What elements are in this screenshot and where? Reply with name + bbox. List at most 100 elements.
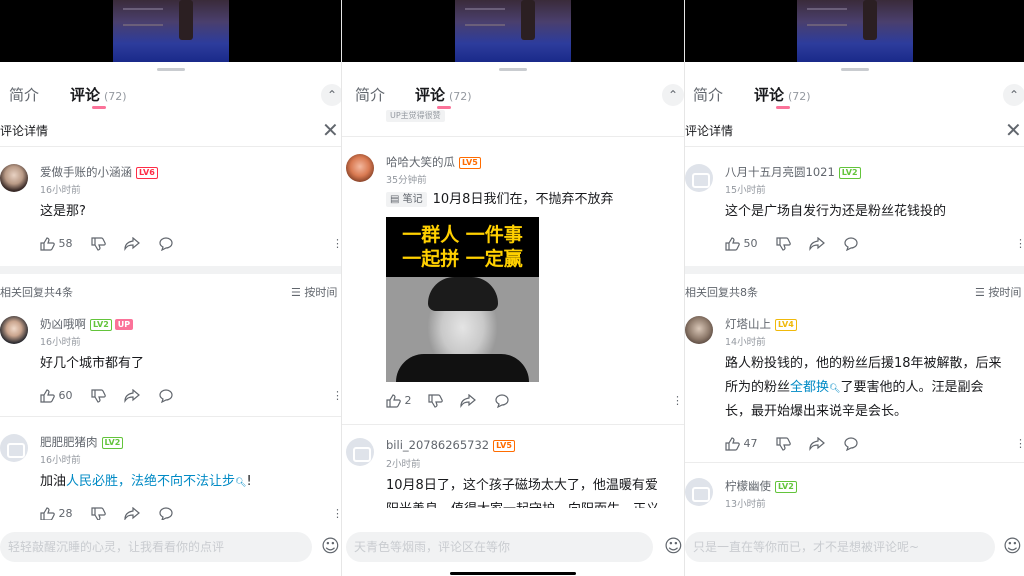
reply-bubble-icon bbox=[159, 237, 173, 251]
username[interactable]: 肥肥肥猪肉 LV2 bbox=[40, 434, 124, 450]
avatar[interactable] bbox=[685, 316, 713, 344]
more-vertical-icon[interactable]: ⋮ bbox=[332, 388, 341, 404]
comment-text: 这个是广场自发行为还是粉丝花钱投的 bbox=[725, 204, 947, 219]
avatar[interactable] bbox=[685, 164, 713, 192]
avatar[interactable] bbox=[0, 164, 28, 192]
comment-time: 35分钟前 bbox=[386, 175, 427, 186]
level-badge: LV5 bbox=[459, 157, 481, 169]
tab-comments[interactable]: 评论 (72) bbox=[415, 84, 472, 105]
avatar[interactable] bbox=[346, 438, 374, 466]
tab-comments[interactable]: 评论 (72) bbox=[70, 84, 127, 105]
link-text: 全都换 bbox=[790, 380, 830, 395]
share-button[interactable] bbox=[460, 393, 476, 409]
username-text: bili_20786265732 bbox=[386, 438, 490, 452]
share-button[interactable] bbox=[124, 236, 140, 252]
tab-comments[interactable]: 评论 (72) bbox=[754, 84, 811, 105]
comment-text-line-3: 长，最开始爆出来说辛是会长。 bbox=[725, 404, 908, 419]
share-icon bbox=[809, 437, 825, 451]
reply-bubble-icon bbox=[159, 389, 173, 403]
video-player[interactable] bbox=[685, 0, 1024, 62]
emoji-icon[interactable]: ☺ bbox=[321, 536, 340, 558]
drag-handle[interactable] bbox=[840, 68, 869, 71]
sort-by-time[interactable]: ☰ 按时间 bbox=[291, 284, 337, 300]
username[interactable]: 灯塔山上 LV4 bbox=[725, 316, 797, 332]
more-vertical-icon[interactable]: ⋮ bbox=[1015, 436, 1024, 452]
share-button[interactable] bbox=[809, 236, 825, 252]
reply-button[interactable] bbox=[843, 436, 859, 452]
close-icon[interactable]: ✕ bbox=[322, 120, 339, 140]
avatar[interactable] bbox=[685, 478, 713, 506]
thumb-down-icon bbox=[91, 389, 106, 403]
thumb-up-icon bbox=[386, 394, 401, 408]
level-badge: LV2 bbox=[775, 481, 797, 493]
dislike-button[interactable] bbox=[776, 436, 791, 452]
reply-button[interactable] bbox=[158, 388, 174, 404]
username[interactable]: 八月十五月亮圆1021 LV2 bbox=[725, 164, 861, 180]
username[interactable]: 柠檬幽使 LV2 bbox=[725, 478, 797, 494]
avatar[interactable] bbox=[0, 434, 28, 462]
comment-input[interactable]: 轻轻敲醒沉睡的心灵，让我看看你的点评 bbox=[0, 532, 312, 562]
dislike-button[interactable] bbox=[91, 236, 106, 252]
comment-image[interactable]: 一群人 一件事 一起拼 一定赢 bbox=[386, 217, 539, 382]
sort-toggle-icon[interactable]: ⌃ bbox=[1003, 84, 1024, 106]
reply-button[interactable] bbox=[494, 393, 510, 409]
share-button[interactable] bbox=[124, 388, 140, 404]
dislike-button[interactable] bbox=[428, 393, 443, 409]
drag-handle[interactable] bbox=[499, 68, 527, 71]
avatar[interactable] bbox=[346, 154, 374, 182]
detail-title: 评论详情 bbox=[685, 124, 734, 138]
tab-intro[interactable]: 简介 bbox=[693, 84, 723, 105]
video-frame bbox=[455, 0, 571, 62]
close-icon[interactable]: ✕ bbox=[1005, 120, 1022, 140]
sort-toggle-icon[interactable]: ⌃ bbox=[662, 84, 684, 106]
emoji-icon[interactable]: ☺ bbox=[664, 536, 683, 558]
emoji-icon[interactable]: ☺ bbox=[1003, 536, 1022, 558]
comment-text-line-2: 阳光善良，值得大家一起守护，向阳而生，正义 bbox=[386, 498, 678, 508]
tab-intro[interactable]: 简介 bbox=[9, 84, 39, 105]
comment-body: 10月8日我们在，不抛弃不放弃 bbox=[432, 192, 614, 207]
level-badge: LV6 bbox=[136, 167, 158, 179]
comment-time: 15小时前 bbox=[725, 185, 766, 196]
like-button[interactable]: 60 bbox=[40, 388, 73, 404]
share-button[interactable] bbox=[809, 436, 825, 452]
more-vertical-icon[interactable]: ⋮ bbox=[1015, 236, 1024, 252]
tab-intro[interactable]: 简介 bbox=[355, 84, 385, 105]
comment-input[interactable]: 只是一直在等你而已，才不是想被评论呢~ bbox=[685, 532, 995, 562]
share-icon bbox=[124, 237, 140, 251]
video-player[interactable] bbox=[0, 0, 341, 62]
up-badge: UP bbox=[114, 319, 134, 330]
like-button[interactable]: 47 bbox=[725, 436, 758, 452]
search-link[interactable]: 全都换🔍︎ bbox=[790, 380, 840, 395]
comment-actions: 58 ⋮ bbox=[40, 236, 341, 252]
avatar[interactable] bbox=[0, 316, 28, 344]
username[interactable]: 奶凶哦啊 LV2 UP bbox=[40, 316, 134, 332]
sort-by-time[interactable]: ☰ 按时间 bbox=[975, 284, 1021, 300]
reply-bubble-icon bbox=[844, 237, 858, 251]
more-vertical-icon[interactable]: ⋮ bbox=[672, 393, 683, 409]
username[interactable]: 爱做手账的小涵涵 LV6 bbox=[40, 164, 158, 180]
comment-text: 好几个城市都有了 bbox=[40, 356, 145, 371]
level-badge: LV2 bbox=[101, 437, 124, 449]
reply-button[interactable] bbox=[158, 236, 174, 252]
sort-label-text: 按时间 bbox=[304, 286, 338, 299]
like-button[interactable]: 50 bbox=[725, 236, 758, 252]
dislike-button[interactable] bbox=[776, 236, 791, 252]
username[interactable]: 哈哈大笑的瓜 LV5 bbox=[386, 154, 481, 170]
like-button[interactable]: 2 bbox=[386, 393, 412, 409]
comment-input[interactable]: 天青色等烟雨，评论区在等你 bbox=[346, 532, 653, 562]
reply-bubble-icon bbox=[159, 507, 173, 521]
drag-handle[interactable] bbox=[156, 68, 185, 71]
divider-line bbox=[342, 424, 684, 425]
like-button[interactable]: 58 bbox=[40, 236, 73, 252]
search-link[interactable]: 人民必胜，法绝不向不法让步🔍︎ bbox=[66, 474, 246, 489]
reply-button[interactable] bbox=[843, 236, 859, 252]
video-frame bbox=[796, 0, 913, 62]
note-tag[interactable]: ▤ 笔记 bbox=[386, 192, 427, 207]
more-vertical-icon[interactable]: ⋮ bbox=[332, 236, 341, 252]
username[interactable]: bili_20786265732 LV5 bbox=[386, 438, 515, 452]
dislike-button[interactable] bbox=[91, 388, 106, 404]
video-player[interactable] bbox=[342, 0, 684, 62]
comment-time: 13小时前 bbox=[725, 499, 766, 510]
comment-panel-2: 简介 评论 (72) ⌃ UP主觉得很赞 哈哈大笑的瓜 LV5 35分钟前 ▤ 笔记… bbox=[341, 0, 684, 576]
sort-toggle-icon[interactable]: ⌃ bbox=[321, 84, 341, 106]
